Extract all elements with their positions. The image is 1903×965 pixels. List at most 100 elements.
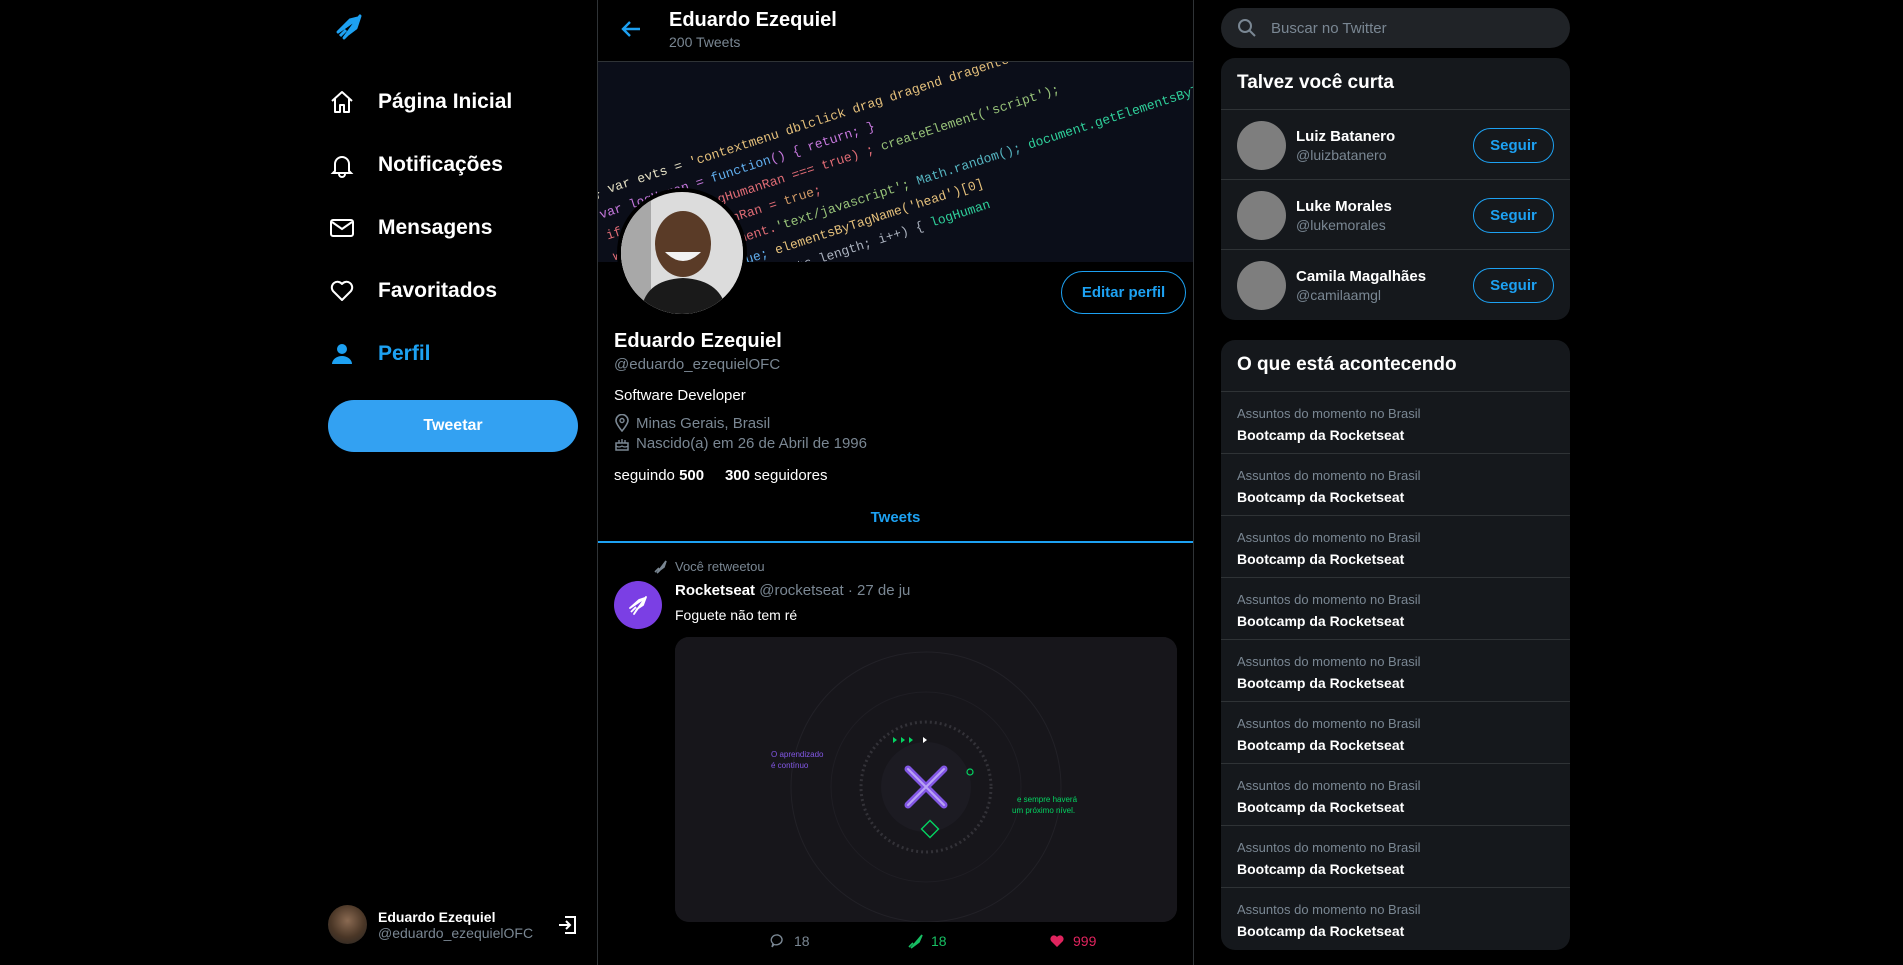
- retweet-note-text: Você retweetou: [675, 559, 765, 574]
- tweet-date: 27 de ju: [857, 582, 911, 599]
- trend-item[interactable]: Assuntos do momento no Brasil Bootcamp da…: [1221, 640, 1570, 702]
- retweet-button[interactable]: 18: [907, 933, 947, 949]
- comment-icon: [770, 934, 783, 948]
- edit-profile-button[interactable]: Editar perfil: [1061, 271, 1186, 314]
- mail-icon: [328, 214, 356, 242]
- media-right-text-2: um próximo nível.: [1012, 806, 1075, 815]
- trend-context: Assuntos do momento no Brasil: [1237, 716, 1421, 731]
- tweet-card[interactable]: Você retweetou Rocketseat @rocketseat · …: [598, 545, 1193, 965]
- following-label: seguindo: [614, 467, 675, 484]
- retweet-count: 18: [931, 933, 947, 949]
- trend-context: Assuntos do momento no Brasil: [1237, 902, 1421, 917]
- trend-item[interactable]: Assuntos do momento no Brasil Bootcamp da…: [1221, 516, 1570, 578]
- back-arrow-icon[interactable]: [618, 16, 644, 42]
- trend-topic: Bootcamp da Rocketseat: [1237, 737, 1405, 753]
- trend-context: Assuntos do momento no Brasil: [1237, 592, 1421, 607]
- trend-item[interactable]: Assuntos do momento no Brasil Bootcamp da…: [1221, 578, 1570, 640]
- tweet-button[interactable]: Tweetar: [328, 400, 578, 452]
- follow-button[interactable]: Seguir: [1473, 268, 1554, 303]
- header-tweet-count: 200 Tweets: [669, 34, 741, 50]
- tweet-author-name[interactable]: Rocketseat: [675, 582, 755, 599]
- follow-button[interactable]: Seguir: [1473, 198, 1554, 233]
- rocket-logo-icon[interactable]: [332, 10, 366, 44]
- avatar: [1237, 121, 1286, 170]
- media-left-text-1: O aprendizado: [771, 750, 824, 759]
- nav-item-label: Mensagens: [378, 215, 493, 239]
- like-count: 999: [1073, 933, 1097, 949]
- trend-item[interactable]: Assuntos do momento no Brasil Bootcamp da…: [1221, 702, 1570, 764]
- tweet-header: Rocketseat @rocketseat · 27 de ju: [675, 582, 910, 599]
- tweet-author-avatar[interactable]: [614, 581, 662, 629]
- trend-topic: Bootcamp da Rocketseat: [1237, 675, 1405, 691]
- suggested-user-name: Luke Morales: [1296, 198, 1392, 215]
- left-nav: Página Inicial Notificações Mensagens Fa…: [322, 0, 592, 965]
- profile-location: Minas Gerais, Brasil: [614, 414, 770, 432]
- suggested-user[interactable]: Camila Magalhães @camilaamgl Seguir: [1221, 250, 1570, 320]
- trend-topic: Bootcamp da Rocketseat: [1237, 551, 1405, 567]
- trend-topic: Bootcamp da Rocketseat: [1237, 861, 1405, 877]
- trend-topic: Bootcamp da Rocketseat: [1237, 799, 1405, 815]
- trend-topic: Bootcamp da Rocketseat: [1237, 427, 1405, 443]
- app-root: Página Inicial Notificações Mensagens Fa…: [0, 0, 1903, 965]
- account-switcher[interactable]: Eduardo Ezequiel @eduardo_ezequielOFC: [328, 905, 580, 944]
- profile-header: Eduardo Ezequiel 200 Tweets: [598, 0, 1193, 62]
- following-count: 500: [679, 467, 705, 484]
- nav-item-messages[interactable]: Mensagens: [328, 196, 512, 259]
- tweet-text: Foguete não tem ré: [675, 607, 798, 623]
- followers-link[interactable]: 300 seguidores: [725, 467, 828, 484]
- suggested-user-handle: @lukemorales: [1296, 217, 1386, 233]
- tab-tweets[interactable]: Tweets: [598, 509, 1193, 526]
- tweet-actions: 18 18 999: [675, 933, 1177, 953]
- trend-item[interactable]: Assuntos do momento no Brasil Bootcamp da…: [1221, 888, 1570, 950]
- followers-label: seguidores: [754, 467, 828, 484]
- tweet-media[interactable]: O aprendizado é contínuo e sempre haverá…: [675, 637, 1177, 922]
- suggested-user[interactable]: Luke Morales @lukemorales Seguir: [1221, 180, 1570, 250]
- search-bar[interactable]: [1221, 8, 1570, 48]
- bell-icon: [328, 151, 356, 179]
- trend-topic: Bootcamp da Rocketseat: [1237, 489, 1405, 505]
- following-link[interactable]: seguindo 500: [614, 467, 704, 484]
- trends-card: O que está acontecendo Assuntos do momen…: [1221, 340, 1570, 950]
- trend-item[interactable]: Assuntos do momento no Brasil Bootcamp da…: [1221, 826, 1570, 888]
- trend-item[interactable]: Assuntos do momento no Brasil Bootcamp da…: [1221, 764, 1570, 826]
- heart-icon: [328, 277, 356, 305]
- person-icon: [328, 340, 356, 368]
- suggested-user[interactable]: Luiz Batanero @luizbatanero Seguir: [1221, 110, 1570, 180]
- account-handle: @eduardo_ezequielOFC: [378, 924, 534, 941]
- reply-button[interactable]: 18: [770, 933, 810, 949]
- profile-avatar[interactable]: [617, 188, 747, 318]
- retweet-rocket-icon: [654, 560, 667, 574]
- profile-name: Eduardo Ezequiel: [614, 330, 782, 352]
- birthday-text: Nascido(a) em 26 de Abril de 1996: [636, 434, 867, 452]
- trend-item[interactable]: Assuntos do momento no Brasil Bootcamp da…: [1221, 392, 1570, 454]
- nav-item-profile[interactable]: Perfil: [328, 322, 512, 385]
- nav-item-label: Notificações: [378, 152, 503, 176]
- heart-filled-icon: [1050, 935, 1064, 947]
- trend-item[interactable]: Assuntos do momento no Brasil Bootcamp da…: [1221, 454, 1570, 516]
- account-info: Eduardo Ezequiel @eduardo_ezequielOFC: [378, 909, 533, 941]
- follow-button[interactable]: Seguir: [1473, 128, 1554, 163]
- avatar: [1237, 261, 1286, 310]
- suggested-user-name: Camila Magalhães: [1296, 268, 1427, 285]
- like-button[interactable]: 999: [1049, 933, 1096, 949]
- avatar: [328, 905, 367, 944]
- search-icon: [1238, 19, 1256, 37]
- logout-icon[interactable]: [556, 913, 580, 937]
- location-pin-icon: [615, 414, 629, 432]
- who-to-follow-card: Talvez você curta Luiz Batanero @luizbat…: [1221, 58, 1570, 320]
- trends-title: O que está acontecendo: [1221, 340, 1570, 392]
- nav-item-favorites[interactable]: Favoritados: [328, 259, 512, 322]
- nav-item-home[interactable]: Página Inicial: [328, 70, 512, 133]
- tweet-separator: ·: [847, 582, 853, 599]
- nav-item-notifications[interactable]: Notificações: [328, 133, 512, 196]
- media-left-text-2: é contínuo: [771, 761, 809, 770]
- header-title: Eduardo Ezequiel: [669, 9, 837, 31]
- profile-tabs: Tweets: [598, 495, 1193, 543]
- nav-item-label: Página Inicial: [378, 89, 513, 113]
- search-input[interactable]: [1271, 19, 1541, 37]
- nav-menu: Página Inicial Notificações Mensagens Fa…: [328, 70, 512, 385]
- profile-bio: Software Developer: [614, 387, 746, 404]
- trend-context: Assuntos do momento no Brasil: [1237, 654, 1421, 669]
- trend-topic: Bootcamp da Rocketseat: [1237, 923, 1405, 939]
- who-to-follow-title: Talvez você curta: [1221, 58, 1570, 110]
